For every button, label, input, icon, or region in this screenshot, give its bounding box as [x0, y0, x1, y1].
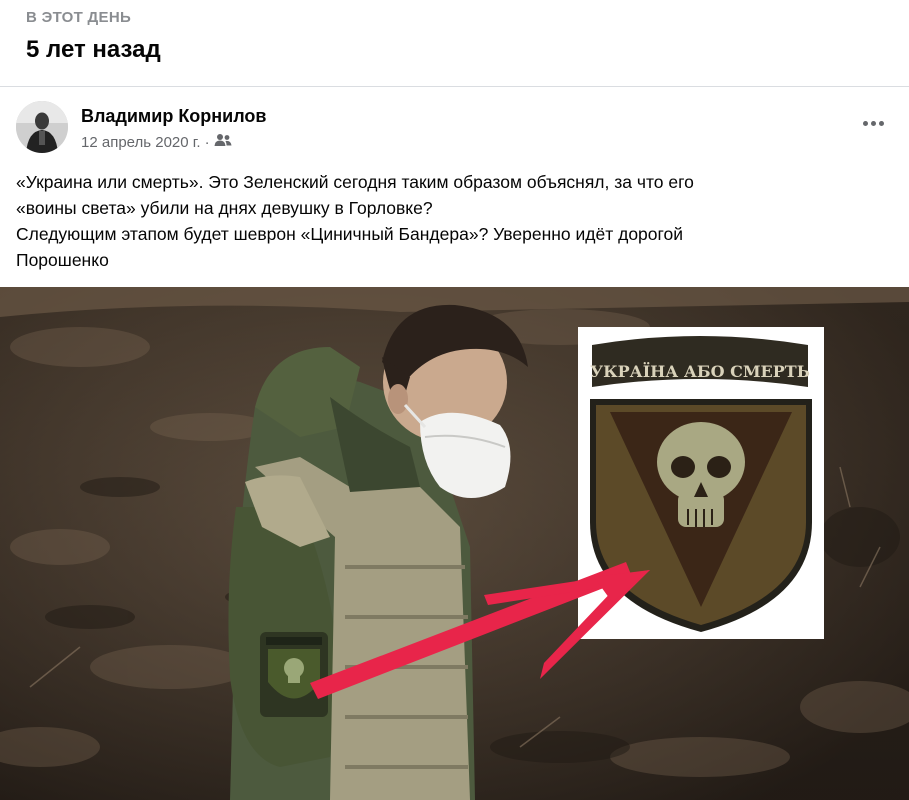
post-text-line: «воины света» убили на днях девушку в Го… — [16, 198, 433, 218]
memory-header: В ЭТОТ ДЕНЬ 5 лет назад — [0, 0, 909, 86]
author-name[interactable]: Владимир Корнилов — [81, 106, 266, 127]
patch-banner-text: УКРАЇНА АБО СМЕРТЬ — [590, 361, 810, 381]
post-text-line: Порошенко — [16, 250, 109, 270]
avatar-image — [16, 101, 68, 153]
post-image[interactable]: УКРАЇНА АБО СМЕРТЬ — [0, 287, 909, 800]
avatar[interactable] — [16, 101, 68, 153]
memory-title: 5 лет назад — [26, 36, 161, 63]
friends-icon[interactable] — [214, 133, 232, 151]
memory-kicker: В ЭТОТ ДЕНЬ — [26, 9, 132, 26]
more-options-icon[interactable] — [859, 113, 887, 133]
post-date[interactable]: 12 апрель 2020 г. — [81, 134, 201, 151]
post-text-line: «Украина или смерть». Это Зеленский сего… — [16, 172, 694, 192]
post-text-line: Следующим этапом будет шеврон «Циничный … — [16, 224, 684, 244]
post-meta: 12 апрель 2020 г. · — [81, 133, 232, 151]
post-text: «Украина или смерть». Это Зеленский сего… — [16, 169, 886, 273]
meta-separator: · — [204, 133, 210, 151]
post-header: Владимир Корнилов 12 апрель 2020 г. · — [0, 87, 909, 157]
